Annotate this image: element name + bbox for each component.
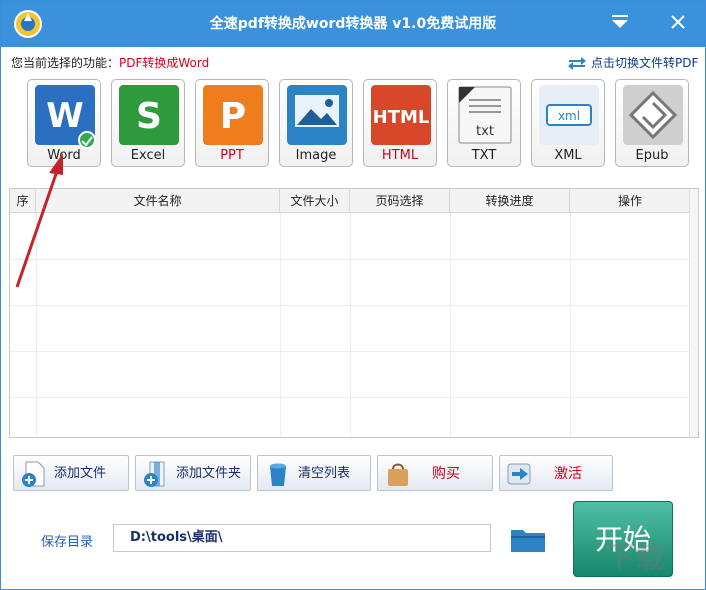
activate-arrow-icon [507, 463, 531, 485]
selected-check-icon [78, 131, 96, 149]
close-icon[interactable] [665, 11, 691, 33]
format-label: Excel [130, 148, 166, 163]
trash-icon [270, 463, 286, 486]
format-xml-button[interactable]: xml XML [531, 79, 605, 167]
clear-list-button[interactable]: 清空列表 [257, 455, 371, 491]
grid-line [10, 397, 690, 398]
title-bar[interactable]: 全速pdf转换成word转换器 v1.0免费试用版 [1, 1, 705, 47]
ppt-icon: P [203, 85, 263, 145]
buy-button[interactable]: 购买 [377, 455, 493, 491]
add-file-button[interactable]: 添加文件 [13, 455, 129, 491]
column-header-actions[interactable]: 操作 [570, 189, 690, 213]
switch-mode-label: 点击切换文件转PDF [591, 56, 699, 70]
shopping-bag-icon [388, 463, 408, 486]
grid-line [450, 213, 451, 437]
svg-text:W: W [46, 96, 84, 136]
format-label: XML [554, 148, 582, 163]
file-table: 序 文件名称 文件大小 页码选择 转换进度 操作 [9, 188, 699, 438]
format-html-button[interactable]: HTML HTML [363, 79, 437, 167]
xml-icon: xml [539, 85, 599, 145]
svg-text:S: S [136, 96, 162, 137]
format-ppt-button[interactable]: P PPT [195, 79, 269, 167]
table-body[interactable] [10, 213, 690, 437]
current-function-value: PDF转换成Word [119, 56, 210, 70]
column-header-index[interactable]: 序 [10, 189, 36, 213]
format-label: Image [295, 148, 337, 163]
add-file-label: 添加文件 [54, 466, 107, 481]
table-header: 序 文件名称 文件大小 页码选择 转换进度 操作 [10, 189, 690, 213]
format-label: PPT [220, 148, 244, 163]
app-window: 全速pdf转换成word转换器 v1.0免费试用版 您当前选择的功能：PDF转换… [0, 0, 706, 590]
column-header-filesize[interactable]: 文件大小 [280, 189, 350, 213]
swap-arrows-icon [568, 56, 586, 70]
add-folder-icon [144, 461, 165, 487]
window-title: 全速pdf转换成word转换器 v1.0免费试用版 [209, 16, 497, 32]
svg-text:txt: txt [476, 124, 494, 139]
column-header-progress[interactable]: 转换进度 [450, 189, 570, 213]
format-excel-button[interactable]: S Excel [111, 79, 185, 167]
activate-button[interactable]: 激活 [499, 455, 613, 491]
dropdown-menu-icon[interactable] [607, 11, 633, 33]
format-epub-button[interactable]: Epub [615, 79, 689, 167]
grid-line [36, 213, 37, 437]
format-word-button[interactable]: W Word [27, 79, 101, 167]
grid-line [10, 351, 690, 352]
format-label: HTML [381, 148, 419, 163]
format-label: TXT [471, 148, 497, 163]
excel-icon: S [119, 85, 179, 145]
image-icon [287, 85, 347, 145]
grid-line [10, 305, 690, 306]
txt-icon: txt [458, 86, 512, 144]
html-icon: HTML [371, 85, 431, 145]
svg-text:HTML: HTML [373, 107, 430, 128]
buy-label: 购买 [432, 466, 460, 482]
grid-line [350, 213, 351, 437]
clear-list-label: 清空列表 [298, 466, 351, 481]
current-function: 您当前选择的功能：PDF转换成Word [11, 54, 209, 71]
grid-line [570, 213, 571, 437]
epub-icon [623, 85, 683, 145]
column-header-filename[interactable]: 文件名称 [36, 189, 280, 213]
add-file-icon [22, 461, 45, 487]
format-image-button[interactable]: Image [279, 79, 353, 167]
column-header-page-select[interactable]: 页码选择 [350, 189, 450, 213]
grid-line [280, 213, 281, 437]
svg-text:P: P [220, 96, 246, 137]
add-folder-button[interactable]: 添加文件夹 [135, 455, 251, 491]
save-directory-input[interactable]: D:\tools\桌面\ [113, 524, 491, 552]
add-folder-label: 添加文件夹 [176, 466, 242, 481]
action-bar: 添加文件 添加文件夹 清空列表 购买 激活 [13, 455, 613, 493]
format-label: Word [47, 148, 81, 163]
save-directory-label: 保存目录 [41, 535, 94, 550]
activate-label: 激活 [554, 466, 582, 482]
table-scrollbar[interactable] [689, 189, 698, 437]
grid-line [10, 259, 690, 260]
browse-folder-icon[interactable] [509, 524, 547, 554]
current-function-label: 您当前选择的功能： [11, 56, 120, 70]
svg-text:xml: xml [558, 109, 580, 123]
format-label: Epub [635, 148, 669, 163]
format-selector: W Word S Excel P PPT Image HTML HTML txt… [27, 79, 689, 169]
start-button[interactable]: 开始 [573, 501, 673, 577]
format-txt-button[interactable]: txt TXT [447, 79, 521, 167]
switch-mode-link[interactable]: 点击切换文件转PDF [567, 54, 698, 71]
